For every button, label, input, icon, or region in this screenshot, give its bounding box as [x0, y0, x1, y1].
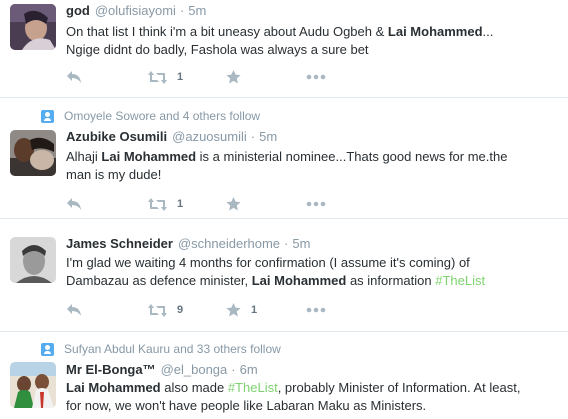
reply-button[interactable]: [66, 195, 82, 213]
timestamp[interactable]: 5m: [259, 129, 277, 144]
hashtag-link[interactable]: #TheList: [228, 380, 278, 395]
avatar[interactable]: [10, 237, 56, 283]
tweet-text: Alhaji Lai Mohammed is a ministerial nom…: [66, 148, 561, 184]
tweet-actions: 9 1: [66, 301, 366, 319]
social-context: Sufyan Abdul Kauru and 33 others follow: [41, 341, 281, 357]
username[interactable]: @olufisiayomi: [95, 3, 176, 18]
reply-icon: [67, 198, 81, 210]
timestamp[interactable]: 6m: [240, 362, 258, 377]
fullname[interactable]: Azubike Osumili: [66, 129, 167, 144]
tweet[interactable]: Omoyele Sowore and 4 others follow Azubi…: [0, 98, 568, 219]
favorite-button[interactable]: 1: [226, 301, 257, 319]
avatar-image: [10, 130, 56, 176]
tweet-header: Azubike Osumili @azuosumili · 5m: [66, 129, 277, 146]
social-context-text[interactable]: Sufyan Abdul Kauru and 33 others follow: [64, 342, 281, 356]
retweet-count: 1: [177, 198, 184, 210]
text-mention-bold: Lai Mohammed: [387, 24, 483, 39]
retweet-icon: [148, 197, 167, 211]
avatar[interactable]: [10, 362, 56, 408]
retweet-count: 9: [177, 304, 184, 316]
reply-icon: [67, 71, 81, 83]
retweet-button[interactable]: 9: [148, 301, 183, 319]
text-segment: also made: [160, 380, 228, 395]
tweet-text: Lai Mohammed also made #TheList, probabl…: [66, 379, 561, 415]
person-follow-icon: [41, 109, 54, 123]
tweet-text: On that list I think i'm a bit uneasy ab…: [66, 23, 561, 59]
text-segment: Ngige didnt do badly, Fashola was always…: [66, 42, 369, 57]
tweet-header: god @olufisiayomi · 5m: [66, 3, 206, 20]
retweet-button[interactable]: 1: [148, 195, 183, 213]
avatar-image: [10, 362, 56, 408]
separator: ·: [231, 362, 236, 377]
reply-icon: [67, 304, 81, 316]
text-segment: for now, we won't have people like Labar…: [66, 398, 427, 413]
timestamp[interactable]: 5m: [188, 3, 206, 18]
social-context: Omoyele Sowore and 4 others follow: [41, 108, 260, 124]
avatar[interactable]: [10, 130, 56, 176]
text-mention-bold: Lai Mohammed: [101, 149, 197, 164]
text-segment: , probably Minister of Information. At l…: [277, 380, 521, 395]
more-button[interactable]: [306, 301, 326, 319]
retweet-icon: [148, 70, 167, 84]
tweet-text: I'm glad we waiting 4 months for confirm…: [66, 254, 561, 290]
text-mention-bold: Lai Mohammed: [66, 380, 161, 395]
text-segment: I'm glad we waiting 4 months for confirm…: [66, 255, 470, 270]
text-segment: On that list I think i'm a bit uneasy ab…: [66, 24, 388, 39]
reply-button[interactable]: [66, 68, 82, 86]
timestamp[interactable]: 5m: [292, 236, 310, 251]
username[interactable]: @schneiderhome: [178, 236, 280, 251]
person-follow-icon: [41, 342, 54, 356]
social-context-text[interactable]: Omoyele Sowore and 4 others follow: [64, 109, 260, 123]
text-segment: Alhaji: [66, 149, 102, 164]
more-icon: [306, 307, 326, 313]
star-icon: [226, 70, 241, 84]
star-icon: [226, 303, 241, 317]
fullname[interactable]: James Schneider: [66, 236, 173, 251]
text-segment: man is my dude!: [66, 167, 162, 182]
favorite-button[interactable]: [226, 68, 241, 86]
text-segment: is a ministerial nominee...Thats good ne…: [196, 149, 508, 164]
tweet[interactable]: Sufyan Abdul Kauru and 33 others follow …: [0, 332, 568, 419]
fullname[interactable]: Mr El-Bonga™: [66, 362, 156, 377]
tweet[interactable]: James Schneider @schneiderhome · 5m I'm …: [0, 219, 568, 332]
favorite-count: 1: [251, 304, 258, 316]
separator: ·: [179, 3, 185, 18]
text-segment: ...: [482, 24, 494, 39]
reply-button[interactable]: [66, 301, 82, 319]
star-icon: [226, 197, 241, 211]
timeline: god @olufisiayomi · 5m On that list I th…: [0, 0, 568, 419]
hashtag-link[interactable]: #TheList: [435, 273, 485, 288]
username[interactable]: @azuosumili: [172, 129, 247, 144]
avatar[interactable]: [10, 4, 56, 50]
text-segment: Dambazau as defence minister,: [66, 273, 252, 288]
text-segment: as information: [346, 273, 436, 288]
avatar-image: [10, 237, 56, 283]
tweet-actions: 1: [66, 68, 366, 86]
retweet-button[interactable]: 1: [148, 68, 183, 86]
avatar-image: [10, 4, 56, 50]
more-icon: [306, 201, 326, 207]
tweet-actions: 1: [66, 195, 366, 213]
more-button[interactable]: [306, 68, 326, 86]
retweet-icon: [148, 303, 167, 317]
text-mention-bold: Lai Mohammed: [251, 273, 347, 288]
username[interactable]: @el_bonga: [161, 362, 228, 377]
more-button[interactable]: [306, 195, 326, 213]
fullname[interactable]: god: [66, 3, 90, 18]
tweet-header: James Schneider @schneiderhome · 5m: [66, 236, 310, 253]
more-icon: [306, 74, 326, 80]
retweet-count: 1: [177, 71, 184, 83]
favorite-button[interactable]: [226, 195, 241, 213]
separator: ·: [284, 236, 289, 251]
tweet-header: Mr El-Bonga™ @el_bonga · 6m: [66, 362, 258, 379]
tweet[interactable]: god @olufisiayomi · 5m On that list I th…: [0, 0, 568, 98]
separator: ·: [250, 129, 256, 144]
